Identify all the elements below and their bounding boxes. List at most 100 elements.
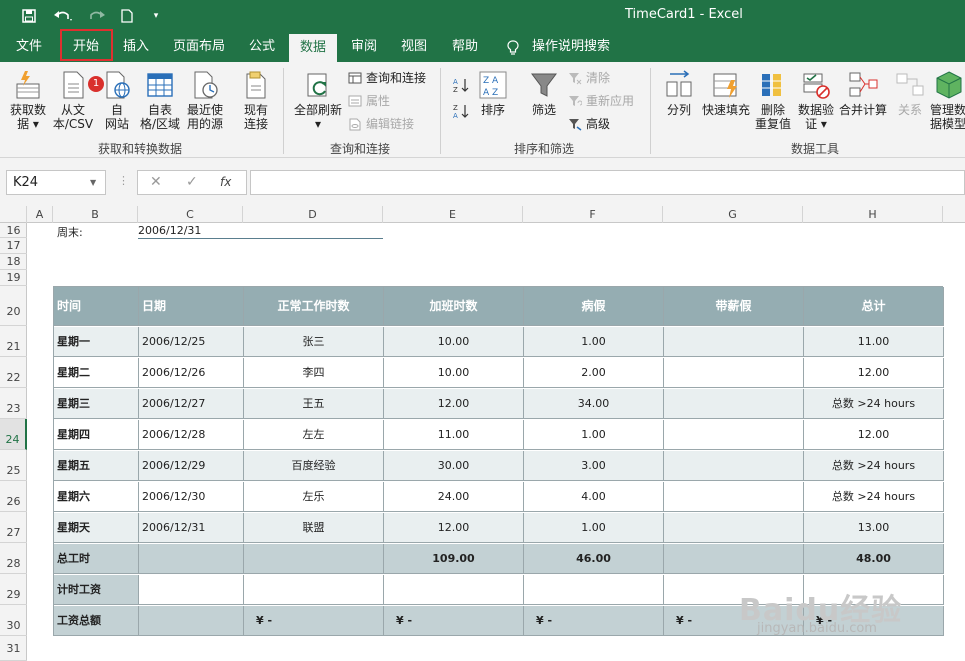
- row-header[interactable]: 25: [0, 450, 27, 481]
- formula-input[interactable]: [250, 170, 965, 195]
- table-cell[interactable]: [664, 389, 804, 419]
- insert-function-icon[interactable]: fx: [220, 175, 231, 189]
- table-cell[interactable]: 12.00: [804, 420, 944, 450]
- table-cell[interactable]: [664, 482, 804, 512]
- manage-data-model-button[interactable]: 管理数 据模型: [930, 70, 965, 131]
- table-cell[interactable]: 2006/12/27: [139, 389, 244, 419]
- total-row-cell[interactable]: 46.00: [524, 544, 664, 574]
- tab-review[interactable]: 审阅: [342, 32, 386, 62]
- name-box-dropdown-icon[interactable]: ▼: [90, 178, 96, 187]
- row-header[interactable]: 22: [0, 357, 27, 388]
- table-cell[interactable]: 2006/12/26: [139, 358, 244, 388]
- worksheet-grid[interactable]: 周末: 2006/12/31 时间 日期 正常工作时数 加班时数 病假 带薪假 总计 星期一 2…: [27, 223, 965, 661]
- select-all-corner[interactable]: [0, 206, 27, 223]
- table-cell[interactable]: 张三: [244, 327, 384, 357]
- table-cell[interactable]: [664, 358, 804, 388]
- column-header[interactable]: C: [138, 206, 243, 223]
- relationships-button[interactable]: 关系: [890, 70, 930, 117]
- total-row-cell[interactable]: [664, 544, 804, 574]
- filter-button[interactable]: 筛选: [524, 70, 564, 117]
- undo-icon[interactable]: [50, 6, 76, 26]
- table-cell[interactable]: 左左: [244, 420, 384, 450]
- table-cell[interactable]: 12.00: [384, 389, 524, 419]
- new-document-icon[interactable]: [118, 6, 136, 26]
- cancel-icon[interactable]: ✕: [150, 174, 162, 190]
- data-validation-button[interactable]: 数据验 证 ▾: [796, 70, 836, 131]
- table-cell[interactable]: 总数 >24 hours: [804, 451, 944, 481]
- existing-connections-button[interactable]: 现有 连接: [236, 70, 276, 131]
- table-cell[interactable]: 34.00: [524, 389, 664, 419]
- advanced-filter-button[interactable]: 高级: [568, 116, 610, 132]
- table-cell[interactable]: 李四: [244, 358, 384, 388]
- row-header[interactable]: 28: [0, 543, 27, 574]
- flash-fill-button[interactable]: 快速填充: [700, 70, 752, 117]
- pay-row-cell[interactable]: ¥ -: [524, 606, 664, 636]
- tab-home[interactable]: 开始: [62, 32, 110, 62]
- tell-me-search[interactable]: 操作说明搜索: [526, 32, 616, 62]
- week-end-value[interactable]: 2006/12/31: [138, 224, 383, 239]
- table-cell[interactable]: 12.00: [804, 358, 944, 388]
- table-cell[interactable]: 4.00: [524, 482, 664, 512]
- table-cell[interactable]: 王五: [244, 389, 384, 419]
- hourly-row-cell[interactable]: [384, 575, 524, 605]
- table-cell[interactable]: 1.00: [524, 513, 664, 543]
- table-cell[interactable]: 左乐: [244, 482, 384, 512]
- queries-connections-button[interactable]: 查询和连接: [348, 70, 426, 86]
- table-header-cell[interactable]: 总计: [804, 287, 944, 326]
- row-header[interactable]: 26: [0, 481, 27, 512]
- properties-button[interactable]: 属性: [348, 93, 390, 109]
- row-header[interactable]: 16: [0, 223, 27, 238]
- redo-icon[interactable]: [84, 6, 110, 26]
- tab-data[interactable]: 数据: [289, 34, 337, 62]
- table-cell[interactable]: 星期三: [54, 389, 139, 419]
- tab-formulas[interactable]: 公式: [240, 32, 284, 62]
- table-cell[interactable]: 2006/12/28: [139, 420, 244, 450]
- drag-handle-icon[interactable]: ⋮: [118, 174, 129, 187]
- consolidate-button[interactable]: 合并计算: [838, 70, 888, 117]
- table-cell[interactable]: 星期二: [54, 358, 139, 388]
- tab-page-layout[interactable]: 页面布局: [164, 32, 234, 62]
- sort-ascending-icon[interactable]: AZ: [452, 76, 470, 94]
- tab-view[interactable]: 视图: [392, 32, 436, 62]
- tab-file[interactable]: 文件: [8, 32, 50, 62]
- table-cell[interactable]: 2.00: [524, 358, 664, 388]
- column-header[interactable]: H: [803, 206, 943, 223]
- table-cell[interactable]: 11.00: [804, 327, 944, 357]
- customize-toolbar-icon[interactable]: ▾: [148, 6, 164, 26]
- table-cell[interactable]: 13.00: [804, 513, 944, 543]
- table-cell[interactable]: 3.00: [524, 451, 664, 481]
- pay-row-cell[interactable]: ¥ -: [244, 606, 384, 636]
- column-header[interactable]: D: [243, 206, 383, 223]
- column-header[interactable]: F: [523, 206, 663, 223]
- row-header[interactable]: 18: [0, 254, 27, 270]
- sort-button[interactable]: Z A A Z 排序: [474, 70, 512, 117]
- table-header-cell[interactable]: 正常工作时数: [244, 287, 384, 326]
- table-header-cell[interactable]: 加班时数: [384, 287, 524, 326]
- table-cell[interactable]: 星期五: [54, 451, 139, 481]
- refresh-all-button[interactable]: 全部刷新 ▾: [290, 70, 346, 131]
- edit-links-button[interactable]: 编辑链接: [348, 116, 414, 132]
- table-cell[interactable]: 10.00: [384, 327, 524, 357]
- text-to-columns-button[interactable]: 分列: [660, 70, 698, 117]
- table-cell[interactable]: 总数 >24 hours: [804, 482, 944, 512]
- column-header[interactable]: E: [383, 206, 523, 223]
- table-cell[interactable]: 总数 >24 hours: [804, 389, 944, 419]
- table-cell[interactable]: 24.00: [384, 482, 524, 512]
- table-cell[interactable]: [664, 451, 804, 481]
- table-cell[interactable]: 2006/12/25: [139, 327, 244, 357]
- table-cell[interactable]: 1.00: [524, 420, 664, 450]
- total-row-cell[interactable]: 总工时: [54, 544, 139, 574]
- get-data-button[interactable]: 获取数 据 ▾: [6, 70, 50, 131]
- table-cell[interactable]: 2006/12/30: [139, 482, 244, 512]
- table-header-cell[interactable]: 带薪假: [664, 287, 804, 326]
- table-cell[interactable]: 星期六: [54, 482, 139, 512]
- total-row-cell[interactable]: 109.00: [384, 544, 524, 574]
- table-cell[interactable]: 1.00: [524, 327, 664, 357]
- pay-row-cell[interactable]: ¥ -: [384, 606, 524, 636]
- table-header-cell[interactable]: 病假: [524, 287, 664, 326]
- table-cell[interactable]: 联盟: [244, 513, 384, 543]
- total-row-cell[interactable]: [244, 544, 384, 574]
- column-header[interactable]: B: [53, 206, 138, 223]
- table-cell[interactable]: 百度经验: [244, 451, 384, 481]
- table-cell[interactable]: 30.00: [384, 451, 524, 481]
